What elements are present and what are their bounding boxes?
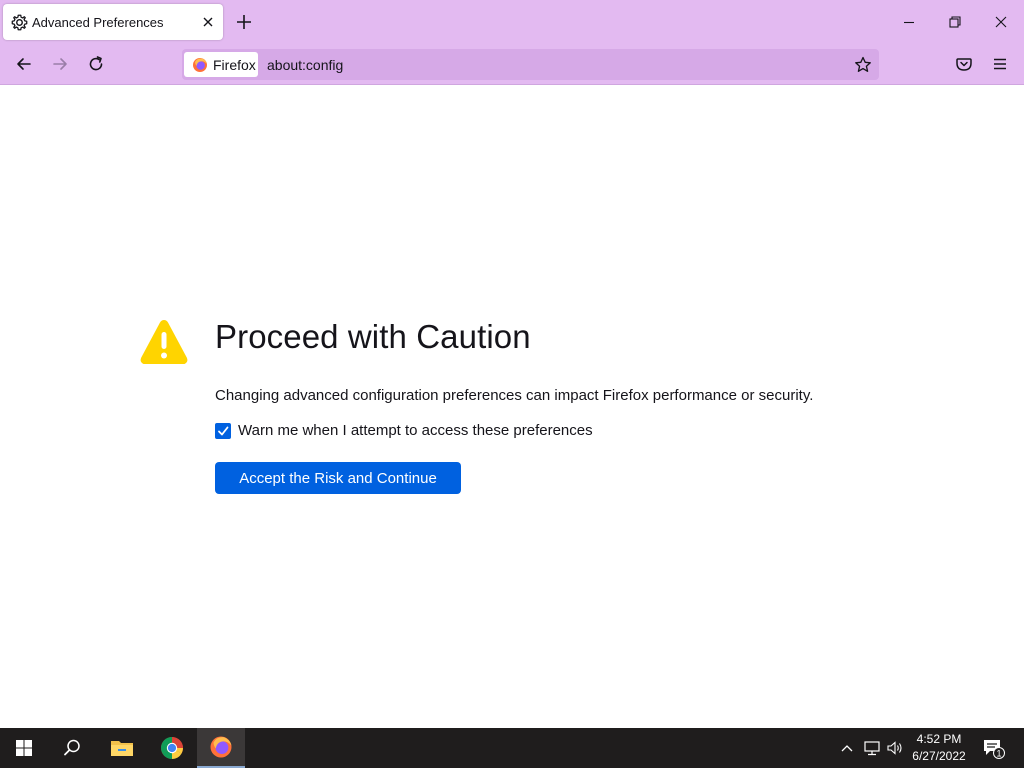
tab-advanced-preferences[interactable]: Advanced Preferences	[3, 4, 223, 40]
close-tab-icon[interactable]	[199, 13, 217, 31]
notification-center-button[interactable]: 1	[981, 736, 1005, 760]
taskbar-firefox[interactable]	[197, 728, 245, 768]
checkmark-icon	[218, 426, 229, 435]
warning-description: Changing advanced configuration preferen…	[215, 387, 814, 404]
tab-title: Advanced Preferences	[32, 15, 164, 30]
notification-count: 1	[996, 748, 1001, 758]
warning-checkbox[interactable]	[215, 422, 231, 439]
gear-icon	[11, 14, 28, 31]
chevron-up-icon[interactable]	[837, 738, 857, 758]
menu-icon[interactable]	[990, 54, 1010, 74]
reload-icon[interactable]	[86, 54, 106, 74]
notification-icon: 1	[984, 740, 1005, 759]
chrome-icon	[161, 736, 183, 759]
firefox-logo-icon	[193, 57, 207, 72]
firefox-icon	[210, 736, 232, 758]
start-button[interactable]	[0, 728, 48, 768]
warning-checkbox-label[interactable]: Warn me when I attempt to access these p…	[238, 422, 593, 439]
search-icon	[64, 739, 80, 756]
identity-label: Firefox	[213, 56, 256, 73]
new-tab-icon[interactable]	[234, 12, 254, 32]
warning-checkbox-row[interactable]: Warn me when I attempt to access these p…	[215, 422, 593, 439]
close-window-icon[interactable]	[991, 12, 1011, 32]
restore-icon[interactable]	[945, 12, 965, 32]
forward-icon[interactable]	[50, 54, 70, 74]
accept-risk-button[interactable]: Accept the Risk and Continue	[215, 462, 461, 494]
taskbar-file-explorer[interactable]	[98, 728, 146, 768]
windows-logo-icon	[16, 740, 32, 756]
folder-icon	[111, 741, 133, 756]
warning-icon	[140, 320, 188, 364]
url-text[interactable]: about:config	[267, 57, 343, 73]
clock-date: 6/27/2022	[912, 749, 966, 763]
taskbar: 4:52 PM 6/27/2022 1	[0, 728, 1024, 768]
minimize-icon[interactable]	[899, 12, 919, 32]
network-icon[interactable]	[862, 738, 882, 758]
bookmark-star-icon[interactable]	[853, 55, 873, 75]
nav-bar: Firefox about:config	[0, 44, 1024, 85]
pocket-icon[interactable]	[954, 54, 974, 74]
url-bar[interactable]: Firefox about:config	[182, 49, 879, 80]
volume-icon[interactable]	[885, 738, 905, 758]
page-title: Proceed with Caution	[215, 318, 531, 355]
clock-time: 4:52 PM	[916, 732, 962, 746]
taskbar-search-button[interactable]	[48, 728, 96, 768]
taskbar-clock[interactable]: 4:52 PM 6/27/2022	[906, 731, 972, 765]
taskbar-chrome[interactable]	[148, 728, 196, 768]
back-icon[interactable]	[14, 54, 34, 74]
tab-strip: Advanced Preferences	[0, 0, 1024, 44]
identity-box[interactable]: Firefox	[184, 52, 258, 77]
